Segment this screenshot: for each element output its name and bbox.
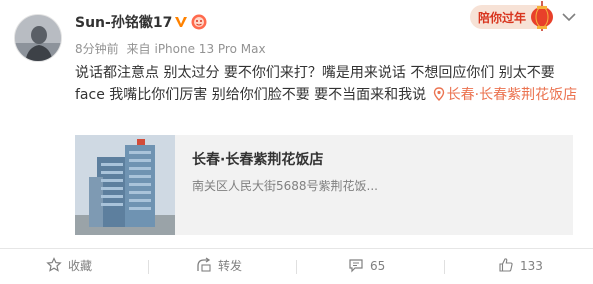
location-card-address: 南关区人民大街5688号紫荆花饭... <box>192 179 378 193</box>
action-divider <box>296 260 297 274</box>
lantern-icon <box>531 1 553 31</box>
star-icon <box>46 257 62 272</box>
weibo-post-card: Sun-孙铭徽17 8分钟前 来自 iPhone 13 Pro Max 陪你过年 … <box>0 0 593 284</box>
chevron-down-icon[interactable] <box>562 12 576 22</box>
hotel-thumbnail <box>75 135 175 235</box>
repost-icon <box>197 257 211 272</box>
action-divider <box>148 260 149 274</box>
festival-badge-label: 陪你过年 <box>478 11 527 25</box>
avatar[interactable] <box>14 14 62 62</box>
action-bar: 收藏 转发 65 133 <box>0 248 593 284</box>
location-pin-icon <box>433 87 444 101</box>
post-meta: 8分钟前 来自 iPhone 13 Pro Max <box>75 40 270 57</box>
comment-icon <box>349 259 363 273</box>
location-link[interactable]: 长春·长春紫荆花饭店 <box>447 87 577 103</box>
comment-count: 65 <box>370 259 386 273</box>
comment-button[interactable]: 65 <box>348 257 385 277</box>
location-card[interactable]: 长春·长春紫荆花饭店 南关区人民大街5688号紫荆花饭... <box>75 135 573 235</box>
thumbs-up-icon <box>499 258 513 272</box>
action-divider <box>444 260 445 274</box>
festival-badge[interactable]: 陪你过年 <box>470 1 553 31</box>
member-badge-icon[interactable] <box>191 14 207 30</box>
location-card-title: 长春·长春紫荆花饭店 <box>192 152 324 168</box>
like-button[interactable]: 133 <box>498 257 543 277</box>
repost-button[interactable]: 转发 <box>196 257 242 277</box>
source-prefix: 来自 <box>126 42 151 56</box>
verified-vip-icon[interactable] <box>174 15 188 29</box>
post-time[interactable]: 8分钟前 <box>75 42 119 56</box>
favorite-button[interactable]: 收藏 <box>46 257 92 277</box>
device-source[interactable]: iPhone 13 Pro Max <box>154 42 265 56</box>
username[interactable]: Sun-孙铭徽17 <box>75 14 172 32</box>
favorite-label: 收藏 <box>68 259 93 273</box>
repost-label: 转发 <box>218 259 243 273</box>
post-content: 说话都注意点 别太过分 要不你们来打？嘴是用来说话 不想回应你们 别太不要fac… <box>75 62 580 106</box>
like-count: 133 <box>520 259 543 273</box>
